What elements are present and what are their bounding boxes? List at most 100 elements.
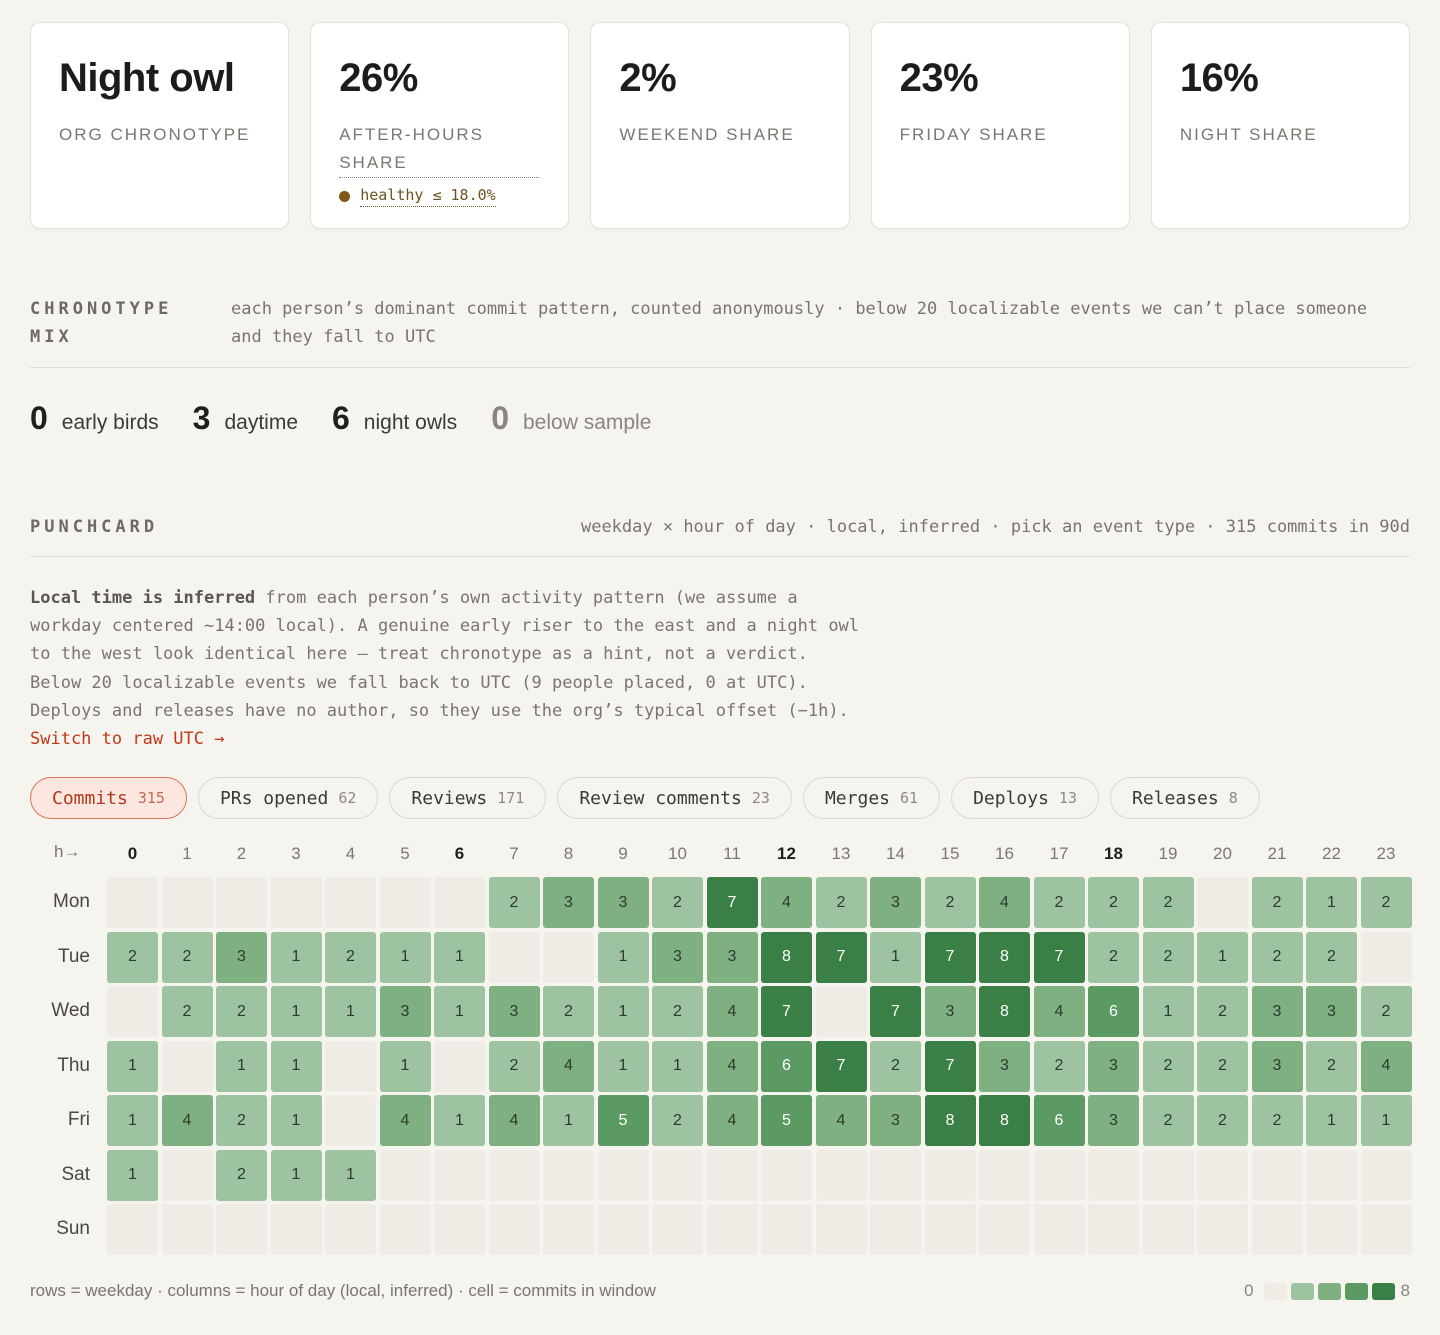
punchcard-cell[interactable]: 2 (870, 1040, 921, 1092)
punchcard-cell[interactable]: 2 (488, 1040, 540, 1092)
punchcard-cell[interactable] (1142, 1149, 1194, 1201)
punchcard-cell[interactable]: 2 (924, 877, 976, 928)
punchcard-cell[interactable]: 3 (597, 877, 649, 928)
punchcard-cell[interactable]: 2 (1306, 1040, 1357, 1092)
punchcard-cell[interactable]: 2 (1251, 931, 1303, 983)
punchcard-cell[interactable] (1306, 1149, 1357, 1201)
punchcard-cell[interactable]: 4 (161, 1095, 213, 1146)
punchcard-cell[interactable]: 4 (379, 1095, 431, 1146)
punchcard-cell[interactable]: 3 (488, 986, 540, 1037)
tab-releases[interactable]: Releases 8 (1109, 777, 1260, 819)
punchcard-cell[interactable]: 3 (1251, 986, 1303, 1037)
punchcard-cell[interactable]: 2 (216, 1095, 267, 1146)
punchcard-cell[interactable]: 2 (216, 986, 267, 1037)
punchcard-cell[interactable]: 1 (652, 1040, 703, 1092)
punchcard-cell[interactable]: 1 (379, 931, 431, 983)
punchcard-cell[interactable]: 2 (1142, 1095, 1194, 1146)
punchcard-cell[interactable] (1306, 1204, 1357, 1255)
punchcard-cell[interactable]: 7 (1033, 931, 1085, 983)
punchcard-cell[interactable] (706, 1149, 758, 1201)
punchcard-cell[interactable]: 2 (107, 931, 158, 983)
tab-prs-opened[interactable]: PRs opened 62 (197, 777, 379, 819)
punchcard-cell[interactable]: 6 (761, 1040, 812, 1092)
punchcard-cell[interactable]: 1 (597, 931, 649, 983)
punchcard-cell[interactable]: 8 (924, 1095, 976, 1146)
punchcard-cell[interactable] (1088, 1149, 1139, 1201)
punchcard-cell[interactable]: 2 (1142, 1040, 1194, 1092)
punchcard-cell[interactable]: 6 (1088, 986, 1139, 1037)
punchcard-cell[interactable] (325, 1040, 376, 1092)
punchcard-cell[interactable]: 8 (979, 1095, 1030, 1146)
punchcard-cell[interactable] (161, 1040, 213, 1092)
punchcard-cell[interactable] (1251, 1204, 1303, 1255)
punchcard-cell[interactable] (1088, 1204, 1139, 1255)
punchcard-cell[interactable]: 4 (706, 1095, 758, 1146)
punchcard-cell[interactable]: 1 (325, 986, 376, 1037)
punchcard-cell[interactable]: 2 (161, 986, 213, 1037)
punchcard-cell[interactable] (488, 1149, 540, 1201)
punchcard-cell[interactable] (1033, 1204, 1085, 1255)
punchcard-cell[interactable] (434, 1149, 485, 1201)
punchcard-cell[interactable]: 3 (979, 1040, 1030, 1092)
punchcard-cell[interactable]: 7 (706, 877, 758, 928)
punchcard-cell[interactable] (652, 1149, 703, 1201)
punchcard-cell[interactable] (216, 877, 267, 928)
punchcard-cell[interactable] (161, 1204, 213, 1255)
punchcard-cell[interactable]: 2 (1088, 931, 1139, 983)
punchcard-cell[interactable]: 2 (1197, 1095, 1248, 1146)
punchcard-cell[interactable] (1033, 1149, 1085, 1201)
punchcard-cell[interactable]: 1 (434, 931, 485, 983)
healthy-threshold[interactable]: healthy ≤ 18.0% (339, 186, 540, 207)
punchcard-cell[interactable]: 2 (1360, 986, 1412, 1037)
punchcard-cell[interactable]: 1 (1306, 877, 1357, 928)
punchcard-cell[interactable]: 1 (870, 931, 921, 983)
punchcard-cell[interactable] (379, 1204, 431, 1255)
punchcard-cell[interactable]: 3 (870, 1095, 921, 1146)
punchcard-cell[interactable] (379, 1149, 431, 1201)
punchcard-cell[interactable] (761, 1149, 812, 1201)
punchcard-cell[interactable]: 2 (1033, 877, 1085, 928)
punchcard-cell[interactable]: 3 (1306, 986, 1357, 1037)
punchcard-cell[interactable]: 7 (815, 931, 867, 983)
punchcard-cell[interactable] (434, 1040, 485, 1092)
punchcard-cell[interactable] (1360, 1204, 1412, 1255)
punchcard-cell[interactable] (270, 1204, 322, 1255)
punchcard-cell[interactable]: 2 (815, 877, 867, 928)
punchcard-cell[interactable]: 2 (1197, 1040, 1248, 1092)
punchcard-cell[interactable]: 1 (597, 1040, 649, 1092)
tab-merges[interactable]: Merges 61 (802, 777, 941, 819)
tab-reviews[interactable]: Reviews 171 (389, 777, 547, 819)
punchcard-cell[interactable] (107, 1204, 158, 1255)
punchcard-cell[interactable]: 1 (1142, 986, 1194, 1037)
switch-utc-link[interactable]: Switch to raw UTC → (30, 729, 224, 749)
punchcard-cell[interactable]: 2 (325, 931, 376, 983)
punchcard-cell[interactable]: 3 (1251, 1040, 1303, 1092)
punchcard-cell[interactable] (1360, 1149, 1412, 1201)
punchcard-cell[interactable] (107, 986, 158, 1037)
punchcard-cell[interactable] (597, 1149, 649, 1201)
punchcard-cell[interactable]: 2 (652, 1095, 703, 1146)
punchcard-cell[interactable] (652, 1204, 703, 1255)
punchcard-cell[interactable] (706, 1204, 758, 1255)
punchcard-cell[interactable]: 2 (1088, 877, 1139, 928)
punchcard-cell[interactable]: 3 (706, 931, 758, 983)
punchcard-cell[interactable]: 2 (652, 986, 703, 1037)
punchcard-cell[interactable]: 2 (161, 931, 213, 983)
punchcard-cell[interactable]: 3 (1088, 1095, 1139, 1146)
punchcard-cell[interactable] (815, 1149, 867, 1201)
punchcard-cell[interactable]: 2 (488, 877, 540, 928)
punchcard-cell[interactable]: 1 (270, 1149, 322, 1201)
punchcard-cell[interactable] (488, 931, 540, 983)
punchcard-cell[interactable] (325, 877, 376, 928)
punchcard-cell[interactable]: 1 (107, 1149, 158, 1201)
punchcard-cell[interactable] (216, 1204, 267, 1255)
punchcard-cell[interactable]: 1 (107, 1040, 158, 1092)
punchcard-cell[interactable] (325, 1095, 376, 1146)
punchcard-cell[interactable] (1197, 1149, 1248, 1201)
punchcard-cell[interactable]: 3 (379, 986, 431, 1037)
punchcard-cell[interactable] (924, 1149, 976, 1201)
punchcard-cell[interactable]: 1 (1197, 931, 1248, 983)
punchcard-cell[interactable]: 4 (488, 1095, 540, 1146)
punchcard-cell[interactable]: 3 (924, 986, 976, 1037)
punchcard-cell[interactable]: 2 (543, 986, 594, 1037)
